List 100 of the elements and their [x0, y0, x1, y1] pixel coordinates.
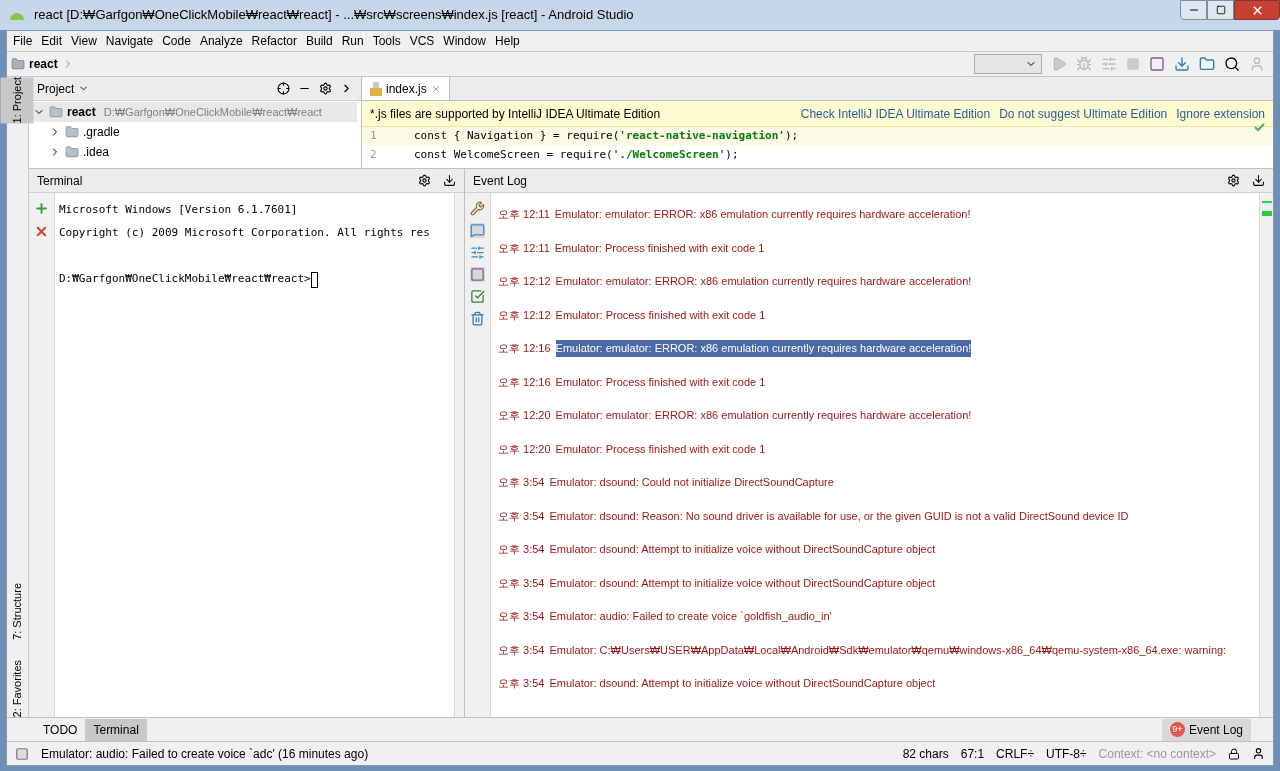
- window-title: react [D:₩Garfgon₩OneClickMobile₩react₩react] - ...₩src₩screens₩index.js [react] - Android Studio: [34, 6, 634, 25]
- project-view-dropdown[interactable]: Project: [37, 79, 75, 98]
- settings-icon[interactable]: [1227, 174, 1240, 187]
- tree-item-path: D:₩Garfgon₩OneClickMobile₩react₩react: [103, 104, 322, 120]
- trash-icon[interactable]: [470, 311, 485, 326]
- log-message: Emulator: Process finished with exit code 1: [555, 374, 766, 390]
- sliders-icon[interactable]: [470, 245, 485, 260]
- menu-item[interactable]: Run: [341, 32, 364, 50]
- close-icon: [1250, 3, 1264, 17]
- context-label: Context: <no context>: [1098, 745, 1216, 763]
- menu-item[interactable]: Window: [443, 32, 487, 50]
- close-tab-icon[interactable]: [430, 83, 441, 94]
- maximize-button[interactable]: [1207, 0, 1234, 20]
- log-time: 오후 12:16: [498, 341, 551, 356]
- log-time: 오후 12:20: [498, 441, 551, 457]
- tree-item[interactable]: .idea: [83, 143, 110, 161]
- log-message: Emulator: Process finished with exit code 1: [554, 240, 765, 256]
- log-message: Emulator: dsound: Could not initialize DirectSoundCapture: [549, 475, 834, 490]
- editor-tab[interactable]: index.js: [362, 77, 450, 100]
- new-session-icon[interactable]: [34, 201, 49, 216]
- log-time: 오후 12:11: [498, 207, 550, 222]
- lock-icon[interactable]: [1228, 747, 1240, 760]
- log-time: 오후 12:16: [498, 374, 551, 390]
- banner-link[interactable]: Ignore extension: [1176, 104, 1265, 123]
- close-session-icon[interactable]: [34, 224, 49, 239]
- log-message: Emulator: dsound: Reason: No sound driver is available for use, or the given GUID is not a valid DirectSound device ID: [549, 508, 1129, 524]
- panel-title: Terminal: [37, 172, 83, 190]
- log-time: 오후 3:54: [498, 609, 545, 624]
- log-message: Emulator: emulator: ERROR: x86 emulation currently requires hardware acceleration!: [555, 408, 972, 423]
- caret-position[interactable]: 67:1: [960, 744, 985, 763]
- log-time: 오후 3:54: [498, 508, 545, 524]
- log-time: 오후 3:54: [498, 676, 545, 691]
- log-time: 오후 3:54: [498, 475, 545, 490]
- check-icon: [1254, 123, 1265, 132]
- log-message: Emulator: Process finished with exit code 1: [555, 441, 766, 457]
- download-icon[interactable]: [1174, 56, 1190, 72]
- log-message: Emulator: Process finished with exit code 1: [555, 307, 766, 323]
- settings-icon[interactable]: [319, 82, 332, 95]
- menu-item[interactable]: Analyze: [199, 32, 243, 50]
- terminal-prompt: D:₩Garfgon₩OneClickMobile₩react₩react>: [59, 271, 311, 288]
- log-message: Emulator: dsound: Attempt to initialize voice without DirectSoundCapture object: [549, 542, 936, 557]
- log-time: 오후 12:12: [498, 274, 551, 289]
- balloon-icon[interactable]: [470, 223, 485, 238]
- menu-item[interactable]: Navigate: [105, 32, 154, 50]
- javascript-file-icon: [370, 81, 382, 96]
- folder-icon: [11, 57, 25, 71]
- locate-icon[interactable]: [277, 82, 290, 95]
- tree-item[interactable]: react: [67, 103, 96, 121]
- menu-item[interactable]: Code: [162, 32, 191, 50]
- side-tab[interactable]: 7: Structure: [1, 582, 34, 640]
- text-cursor: [310, 271, 318, 288]
- log-message: Emulator: emulator: ERROR: x86 emulation currently requires hardware acceleration!: [555, 274, 972, 289]
- menu-item[interactable]: Tools: [372, 32, 401, 50]
- log-message: Emulator: C:₩Users₩USER₩AppData₩Local₩Android₩Sdk₩emulator₩qemu₩windows-x86_64₩qemu-system-x86_64.exe: warning:: [549, 642, 1227, 658]
- menu-item[interactable]: Edit: [41, 32, 63, 50]
- menu-item[interactable]: Help: [495, 32, 520, 50]
- line-separator[interactable]: CRLF÷: [996, 744, 1034, 763]
- event-log-button[interactable]: 9+ Event Log: [1161, 718, 1251, 741]
- scroll-marker: [1261, 211, 1272, 216]
- log-time: 오후 3:54: [498, 542, 545, 557]
- terminal-line: Copyright (c) 2009 Microsoft Corporation. All rights res: [59, 225, 430, 242]
- menu-item[interactable]: VCS: [409, 32, 435, 50]
- tool-window-tab[interactable]: Terminal: [85, 718, 147, 741]
- maximize-icon: [1215, 5, 1226, 15]
- file-encoding[interactable]: UTF-8÷: [1046, 744, 1087, 763]
- status-message: Emulator: audio: Failed to create voice `adc' (16 minutes ago): [41, 745, 369, 763]
- side-tab[interactable]: 2: Favorites: [1, 659, 34, 717]
- log-time: 오후 3:54: [498, 575, 545, 591]
- menu-item[interactable]: Build: [305, 32, 333, 50]
- menu-item[interactable]: View: [71, 32, 97, 50]
- scroll-marker: [1261, 201, 1272, 203]
- log-time: 오후 12:12: [498, 307, 551, 323]
- minimize-button[interactable]: [1180, 0, 1207, 20]
- folder-icon: [65, 125, 79, 139]
- line-number: 2: [369, 147, 378, 164]
- banner-link[interactable]: Do not suggest Ultimate Edition: [999, 104, 1168, 123]
- tool-window-tab[interactable]: TODO: [35, 718, 86, 741]
- folder-icon: [65, 145, 79, 159]
- log-time: 오후 12:11: [498, 240, 550, 256]
- tree-item[interactable]: .gradle: [83, 123, 120, 141]
- log-time: 오후 12:20: [498, 408, 551, 423]
- banner-link[interactable]: Check IntelliJ IDEA Ultimate Edition: [800, 104, 991, 123]
- close-button[interactable]: [1234, 0, 1280, 20]
- banner-text: *.js files are supported by IntelliJ IDEA Ultimate Edition: [370, 105, 661, 123]
- log-message: Emulator: emulator: ERROR: x86 emulation currently requires hardware acceleration!: [555, 340, 972, 357]
- menu-item[interactable]: File: [13, 32, 33, 50]
- menu-item[interactable]: Refactor: [251, 32, 297, 50]
- mark-read-icon[interactable]: [470, 289, 485, 304]
- log-message: Emulator: audio: Failed to create voice `goldfish_audio_in': [549, 609, 832, 624]
- search-icon[interactable]: [1224, 56, 1240, 72]
- side-tab[interactable]: 1: Project: [1, 77, 34, 124]
- code-line: const WelcomeScreen = require('./WelcomeScreen');: [414, 147, 740, 164]
- settings-icon[interactable]: [418, 174, 431, 187]
- line-number: 1: [362, 127, 414, 146]
- log-message: Emulator: dsound: Attempt to initialize voice without DirectSoundCapture object: [549, 676, 936, 691]
- panel-title: Event Log: [473, 172, 528, 190]
- wrench-icon[interactable]: [470, 201, 485, 216]
- breadcrumb-item[interactable]: react: [29, 55, 58, 73]
- log-time: 오후 3:54: [498, 642, 545, 658]
- char-count: 82 chars: [902, 745, 949, 763]
